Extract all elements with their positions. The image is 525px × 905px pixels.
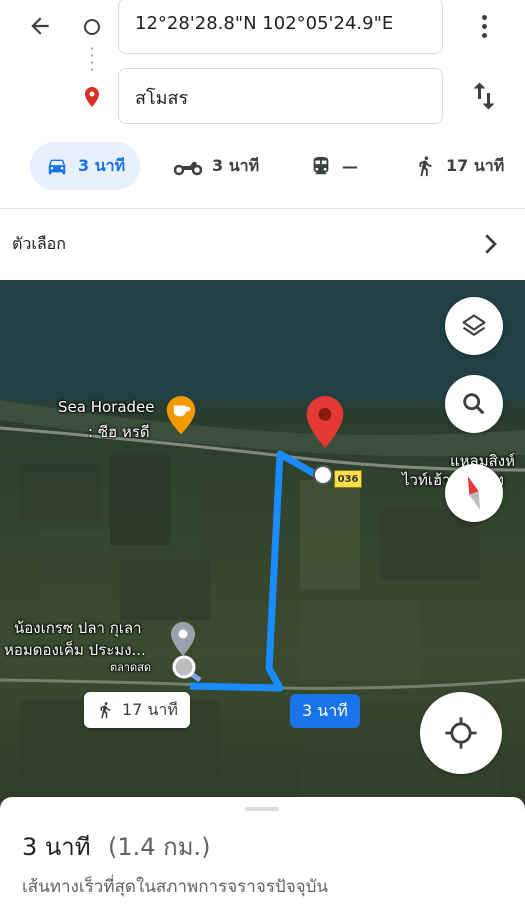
shop-label-line1[interactable]: น้องเกรซ ปลา กุเลา	[14, 616, 142, 640]
motorcycle-icon	[174, 162, 202, 176]
search-map-button[interactable]	[445, 375, 503, 433]
route-distance: (1.4 กม.)	[108, 833, 211, 861]
drag-handle[interactable]	[245, 807, 279, 811]
swap-vertical-icon	[473, 82, 495, 110]
tab-motorcycle[interactable]: 3 นาที	[174, 142, 259, 190]
divider	[0, 208, 525, 209]
tab-walking[interactable]: 17 นาที	[414, 142, 504, 190]
car-icon	[48, 159, 66, 175]
origin-circle-icon	[84, 19, 100, 35]
swap-button[interactable]	[466, 78, 502, 118]
crosshair-icon	[445, 717, 477, 749]
travel-mode-tabs: 3 นาที 3 นาที — 17 นาที	[0, 140, 525, 192]
compass-icon	[467, 476, 481, 510]
road-number-badge: 036	[334, 470, 362, 488]
walking-icon	[100, 702, 111, 719]
destination-input[interactable]: สโมสร	[118, 68, 443, 124]
tab-transit[interactable]: —	[310, 142, 358, 190]
poi-subname-label: : ซีฮ หรดี	[88, 423, 150, 441]
driving-duration-chip[interactable]: 3 นาที	[290, 694, 360, 728]
poi-name-label[interactable]: Sea Horadee	[58, 398, 155, 416]
place-marker-icon[interactable]	[170, 622, 196, 656]
walking-duration-chip[interactable]: 17 นาที	[84, 692, 190, 728]
chevron-right-icon[interactable]	[482, 234, 498, 258]
motorcycle-time: 3 นาที	[212, 155, 260, 175]
back-button[interactable]	[22, 10, 58, 42]
destination-pin-icon	[80, 84, 104, 114]
route-end-dot-icon	[313, 465, 333, 485]
walking-time: 17 นาที	[446, 155, 505, 175]
route-start-dot-icon	[172, 655, 196, 679]
destination-marker-icon[interactable]	[306, 396, 344, 448]
route-summary-sheet[interactable]: 3 นาที (1.4 กม.) เส้นทางเร็วที่สุดในสภาพ…	[0, 797, 525, 905]
walking-icon	[419, 156, 432, 177]
driving-time: 3 นาที	[78, 155, 126, 175]
cafe-marker-icon[interactable]	[166, 396, 196, 434]
more-options-button[interactable]	[472, 10, 496, 42]
dot-icon	[481, 23, 487, 29]
transit-time: —	[342, 156, 358, 176]
arrow-left-icon	[31, 17, 49, 35]
origin-input[interactable]: 12°28'28.8"N 102°05'24.9"E	[118, 0, 443, 54]
search-icon	[463, 393, 485, 415]
options-label[interactable]: ตัวเลือก	[12, 232, 66, 257]
train-icon	[313, 156, 329, 175]
route-description: เส้นทางเร็วที่สุดในสภาพการจราจรปัจจุบัน	[22, 877, 329, 897]
dot-icon	[481, 14, 487, 20]
market-label: ตลาดสด	[110, 661, 152, 674]
layers-button[interactable]	[445, 297, 503, 355]
my-location-button[interactable]	[420, 692, 502, 774]
dot-icon	[481, 32, 487, 38]
tab-driving[interactable]: 3 นาที	[30, 142, 140, 190]
layers-icon	[462, 314, 486, 336]
route-dots-icon	[91, 45, 93, 73]
route-duration: 3 นาที	[22, 833, 91, 861]
walking-chip-label: 17 นาที	[122, 699, 178, 719]
compass-button[interactable]	[445, 464, 503, 522]
